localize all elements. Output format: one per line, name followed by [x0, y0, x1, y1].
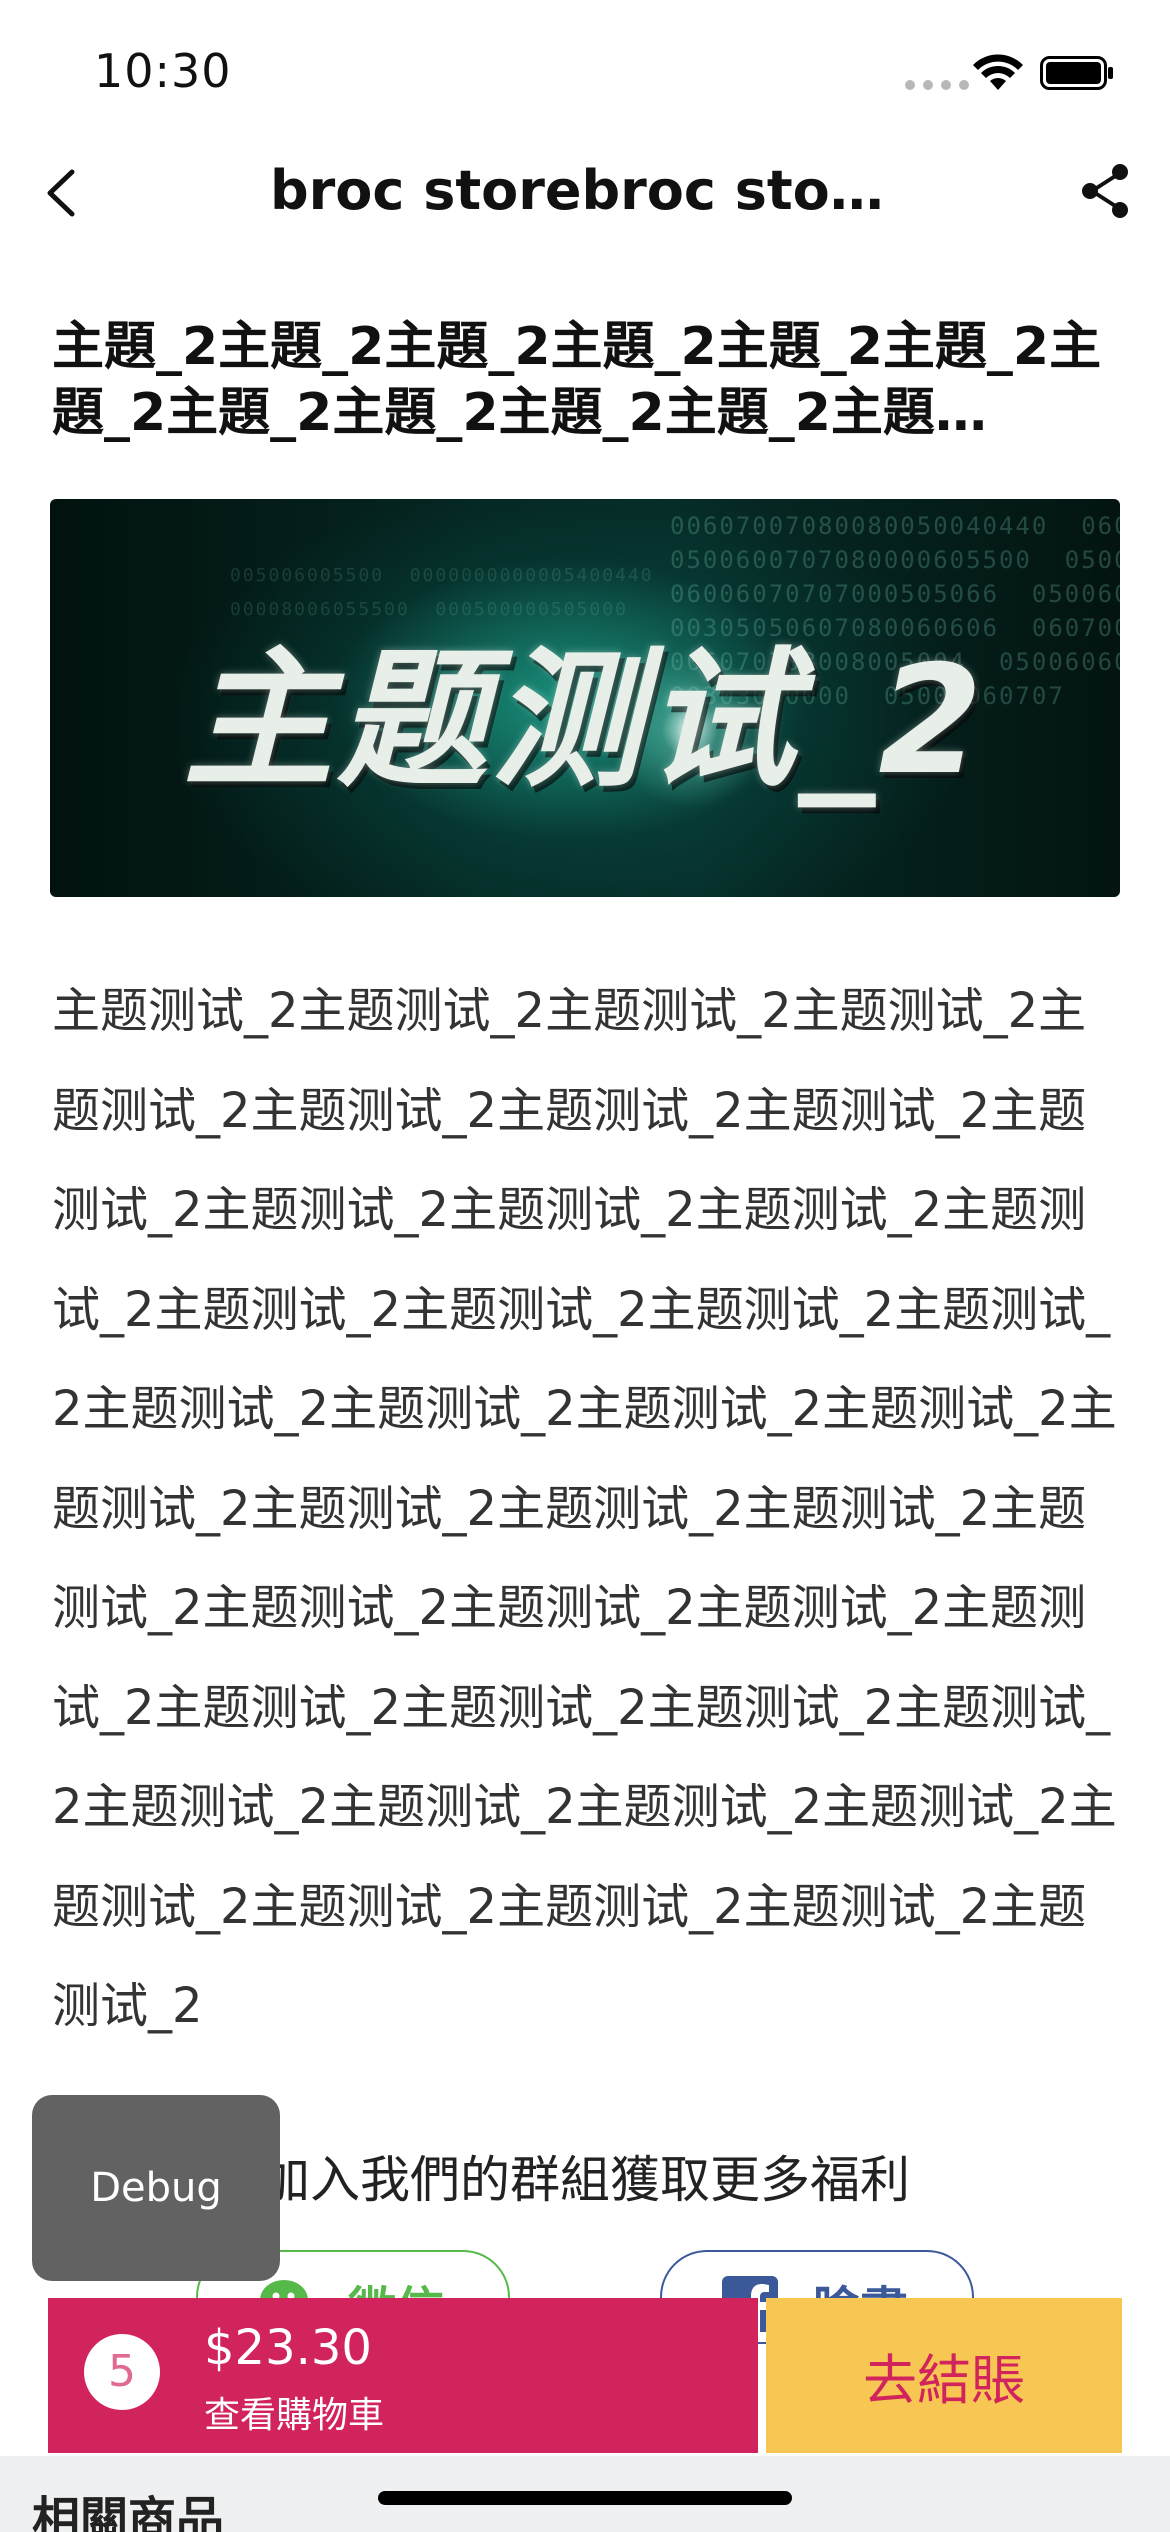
view-cart-button[interactable]: 5 $23.30 查看購物車	[48, 2298, 758, 2453]
status-bar: 10:30	[0, 0, 1170, 140]
cart-count-badge: 5	[84, 2334, 160, 2410]
article-body: 主题测试_2主题测试_2主题测试_2主题测试_2主题测试_2主题测试_2主题测试…	[52, 983, 1117, 2034]
screen: 10:30 broc storebroc store… 主題_2主題_2主題_2…	[0, 0, 1170, 2532]
nav-bar: broc storebroc store…	[0, 140, 1170, 240]
wifi-icon	[973, 54, 1023, 90]
checkout-button[interactable]: 去結賬	[766, 2298, 1122, 2453]
battery-icon	[1040, 56, 1113, 90]
article-banner-image: 00607007080080050040440 060700708 050060…	[50, 499, 1120, 897]
article-title: 主題_2主題_2主題_2主題_2主題_2主題_2主題_2主題_2主題_2主題_2…	[52, 317, 1102, 443]
banner-text: 主题测试_2	[183, 634, 987, 808]
view-cart-label: 查看購物車	[204, 2395, 385, 2436]
share-icon[interactable]	[1078, 160, 1134, 222]
chevron-left-icon[interactable]	[40, 164, 86, 222]
cart-total: $23.30	[204, 2320, 372, 2376]
cellular-signal-icon	[905, 80, 969, 90]
related-products-title: 相關商品	[32, 2492, 225, 2532]
home-indicator[interactable]	[378, 2491, 792, 2505]
page-title: broc storebroc store…	[270, 159, 900, 222]
status-time: 10:30	[94, 44, 232, 98]
debug-button[interactable]: Debug	[32, 2095, 280, 2281]
